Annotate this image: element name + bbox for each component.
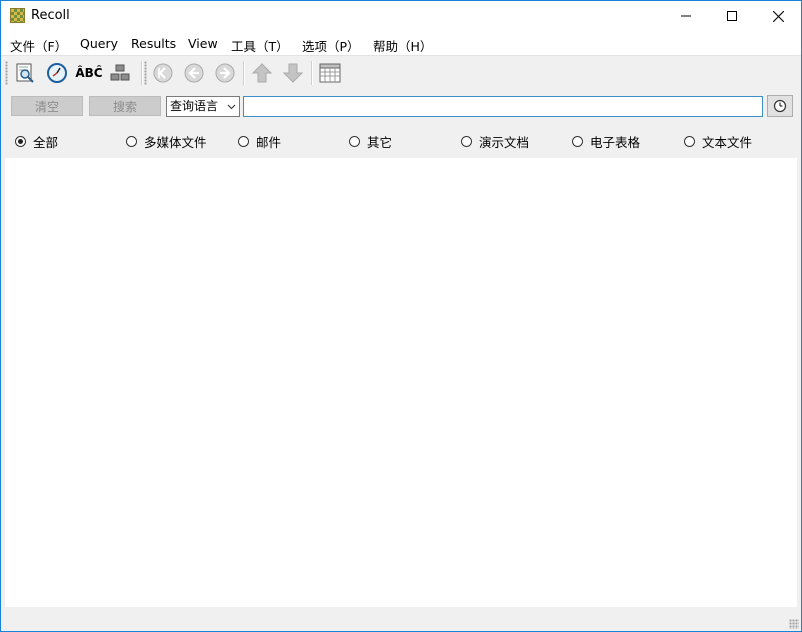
filter-label: 邮件 bbox=[256, 135, 282, 150]
window-title: Recoll bbox=[31, 8, 70, 23]
table-view-button[interactable] bbox=[317, 60, 343, 86]
document-search-icon bbox=[16, 63, 34, 83]
recoll-window: Recoll 文件（F） Query Results View 工具（T） 选项… bbox=[0, 0, 802, 632]
sort-down-button[interactable] bbox=[280, 60, 306, 86]
filter-label: 电子表格 bbox=[590, 135, 641, 150]
menu-file[interactable]: 文件（F） bbox=[10, 36, 67, 55]
resize-grip-icon[interactable] bbox=[789, 619, 799, 629]
next-page-button[interactable] bbox=[212, 60, 238, 86]
query-history-button[interactable] bbox=[767, 95, 793, 117]
menu-options[interactable]: 选项（P） bbox=[302, 36, 360, 55]
sort-down-icon bbox=[282, 63, 304, 83]
toolbar-separator bbox=[311, 61, 313, 85]
first-page-icon bbox=[153, 63, 173, 83]
first-page-button[interactable] bbox=[150, 60, 176, 86]
minimize-icon bbox=[681, 15, 691, 17]
search-mode-select[interactable]: 查询语言 bbox=[166, 96, 240, 117]
menu-view[interactable]: View bbox=[188, 36, 218, 51]
radio-indicator bbox=[572, 136, 583, 147]
clear-button[interactable]: 清空 bbox=[11, 96, 83, 116]
filter-label: 全部 bbox=[33, 135, 59, 150]
index-blocks-icon bbox=[110, 64, 130, 81]
filter-spreadsheet[interactable]: 电子表格 bbox=[572, 132, 640, 151]
filter-media[interactable]: 多媒体文件 bbox=[126, 132, 207, 151]
filter-other[interactable]: 其它 bbox=[349, 132, 392, 151]
title-bar: Recoll bbox=[1, 1, 801, 31]
toolbar-grip[interactable] bbox=[5, 61, 8, 85]
toolbar-separator bbox=[243, 61, 245, 85]
radio-indicator bbox=[238, 136, 249, 147]
menu-results[interactable]: Results bbox=[131, 36, 176, 51]
radio-indicator bbox=[684, 136, 695, 147]
filter-text[interactable]: 文本文件 bbox=[684, 132, 752, 151]
menu-help[interactable]: 帮助（H） bbox=[373, 36, 432, 55]
history-clock-button[interactable] bbox=[44, 60, 70, 86]
previous-page-button[interactable] bbox=[181, 60, 207, 86]
history-clock-icon bbox=[47, 63, 67, 83]
sort-up-button[interactable] bbox=[249, 60, 275, 86]
maximize-button[interactable] bbox=[709, 1, 755, 31]
spelling-button[interactable]: ÂBĈ bbox=[75, 60, 103, 86]
status-bar bbox=[1, 607, 801, 631]
previous-page-icon bbox=[184, 63, 204, 83]
radio-indicator bbox=[126, 136, 137, 147]
filter-presentation[interactable]: 演示文档 bbox=[461, 132, 529, 151]
close-button[interactable] bbox=[755, 1, 801, 31]
filter-label: 多媒体文件 bbox=[144, 135, 207, 150]
recoll-app-icon bbox=[10, 8, 25, 23]
filter-message[interactable]: 邮件 bbox=[238, 132, 281, 151]
chevron-down-icon bbox=[227, 97, 236, 122]
search-button[interactable]: 搜索 bbox=[89, 96, 161, 116]
index-blocks-button[interactable] bbox=[107, 60, 133, 86]
search-mode-value: 查询语言 bbox=[170, 99, 219, 113]
minimize-button[interactable] bbox=[663, 1, 709, 31]
filter-label: 其它 bbox=[367, 135, 393, 150]
search-query-input[interactable] bbox=[243, 96, 763, 117]
menu-query[interactable]: Query bbox=[80, 36, 118, 51]
next-page-icon bbox=[215, 63, 235, 83]
menu-tools[interactable]: 工具（T） bbox=[231, 36, 289, 55]
toolbar-separator bbox=[141, 61, 143, 85]
clock-icon bbox=[773, 99, 787, 113]
maximize-icon bbox=[727, 11, 737, 21]
menu-bar: 文件（F） Query Results View 工具（T） 选项（P） 帮助（… bbox=[1, 31, 801, 55]
radio-indicator bbox=[15, 136, 26, 147]
filter-label: 文本文件 bbox=[702, 135, 753, 150]
toolbar-grip[interactable] bbox=[144, 61, 147, 85]
filter-label: 演示文档 bbox=[479, 135, 530, 150]
document-search-button[interactable] bbox=[12, 60, 38, 86]
results-pane[interactable] bbox=[5, 158, 797, 607]
spelling-icon: ÂBĈ bbox=[75, 66, 103, 80]
sort-up-icon bbox=[251, 63, 273, 83]
toolbar: ÂBĈ bbox=[1, 55, 801, 90]
filter-all[interactable]: 全部 bbox=[15, 132, 58, 151]
table-view-icon bbox=[319, 63, 341, 83]
close-icon bbox=[772, 10, 784, 22]
radio-indicator bbox=[349, 136, 360, 147]
radio-indicator bbox=[461, 136, 472, 147]
